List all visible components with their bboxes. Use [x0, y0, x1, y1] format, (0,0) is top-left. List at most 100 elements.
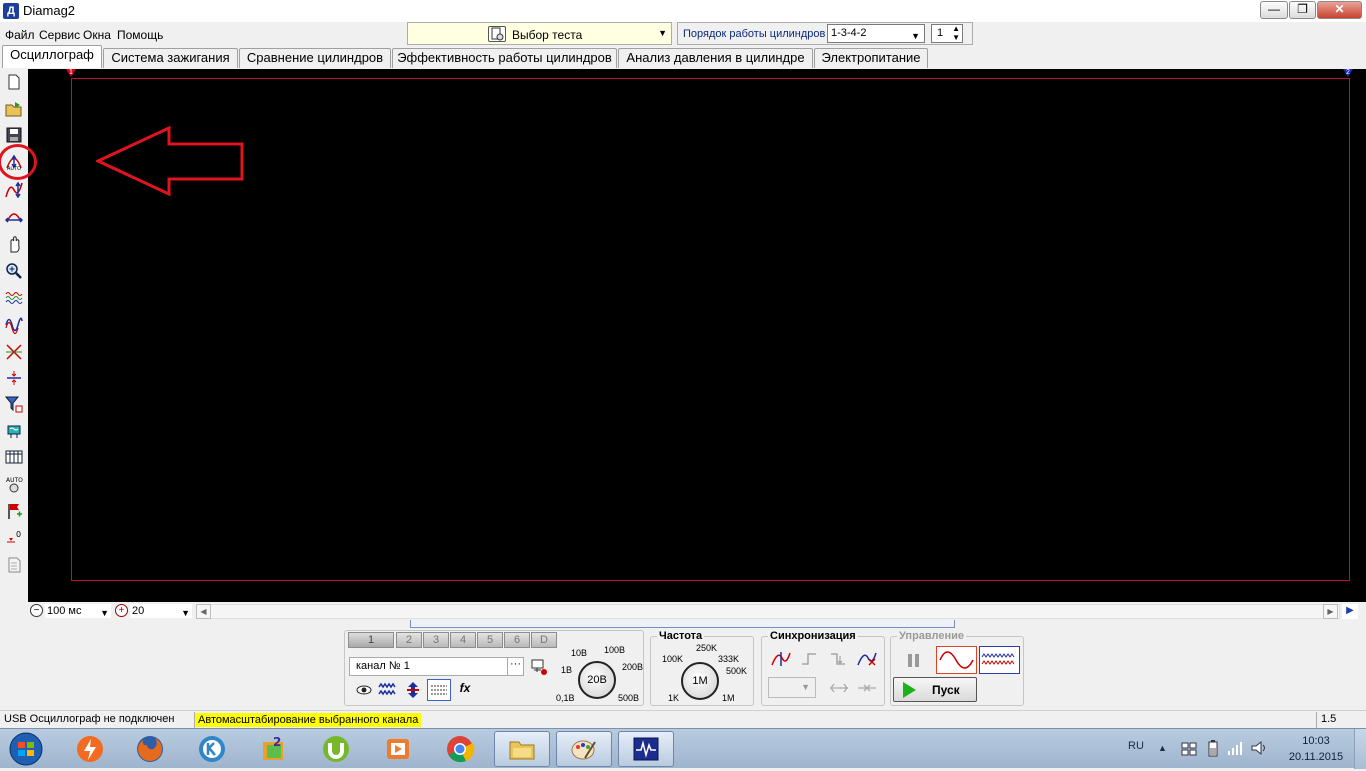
volume-icon[interactable] — [1250, 739, 1268, 757]
continuous-mode-icon[interactable] — [979, 646, 1020, 674]
sync-fall-icon[interactable] — [826, 648, 852, 670]
start-menu-button[interactable] — [4, 730, 48, 768]
volt-tick-1v: 1В — [561, 665, 573, 675]
tab-ignition[interactable]: Система зажигания — [103, 48, 238, 68]
auto-settings-icon[interactable]: AUTO — [4, 474, 24, 494]
scroll-right-icon[interactable]: ▶ — [1323, 604, 1338, 619]
sync-auto-icon[interactable] — [768, 648, 794, 670]
tab-oscilloscope[interactable]: Осциллограф — [2, 45, 102, 68]
noise-wave-icon[interactable] — [378, 681, 398, 699]
waveforms-icon[interactable] — [4, 288, 24, 308]
sine-compare-icon[interactable] — [4, 315, 24, 335]
cylinder-stepper[interactable]: 1 ▲ ▼ — [931, 24, 963, 43]
new-file-icon[interactable] — [4, 72, 24, 92]
spin-up-icon[interactable]: ▲ — [952, 25, 960, 33]
firefox-icon[interactable] — [122, 731, 178, 767]
scroll-end-icon[interactable]: ▶ — [1342, 604, 1358, 619]
menu-service[interactable]: Сервис — [39, 28, 80, 42]
zoom-icon[interactable] — [4, 261, 24, 281]
channel-button-2[interactable]: 2 — [396, 632, 422, 648]
frequency-knob-value: 1M — [692, 675, 708, 687]
channel-name-select[interactable]: канал № 1 ··· — [349, 657, 524, 676]
close-button[interactable]: ✕ — [1317, 1, 1362, 19]
show-desktop-button[interactable] — [1354, 729, 1366, 769]
channel-settings-icon[interactable] — [529, 657, 549, 677]
single-shot-icon[interactable] — [936, 646, 977, 674]
zoom-in-icon[interactable]: + — [115, 604, 128, 617]
channel-dots-button[interactable]: ··· — [507, 658, 523, 675]
device-icon[interactable] — [4, 421, 24, 441]
file-explorer-icon[interactable] — [494, 731, 550, 767]
lottery-icon[interactable]: 2 — [246, 731, 302, 767]
chrome-icon[interactable] — [432, 731, 488, 767]
gear-document-icon — [488, 26, 506, 42]
sync-rise-icon[interactable] — [797, 648, 823, 670]
sync-source-select[interactable]: ▼ — [768, 677, 816, 698]
channel-button-6[interactable]: 6 — [504, 632, 530, 648]
hand-pan-icon[interactable] — [4, 234, 24, 254]
tab-power[interactable]: Электропитание — [814, 48, 928, 68]
tab-cylinder-efficiency[interactable]: Эффективность работы цилиндров — [392, 48, 617, 68]
time-scale-select[interactable]: 100 мс ▼ — [44, 603, 112, 619]
freq-tick-1k: 1K — [668, 693, 680, 703]
sync-level-adjust-icon[interactable] — [826, 677, 852, 699]
horizontal-scrollbar[interactable] — [196, 604, 1340, 619]
tray-expand-icon[interactable]: ▲ — [1158, 743, 1168, 753]
sync-external-icon[interactable] — [854, 648, 880, 670]
chevron-down-icon: ▼ — [911, 31, 920, 41]
channel-button-3[interactable]: 3 — [423, 632, 449, 648]
panel-splitter[interactable] — [410, 620, 955, 628]
menu-file[interactable]: Файл — [5, 28, 35, 42]
clock-time[interactable]: 10:03 — [1296, 735, 1336, 747]
time-zoom-out-icon[interactable]: − — [30, 604, 43, 617]
cross-measure-icon[interactable] — [4, 342, 24, 362]
start-button[interactable]: Пуск — [893, 677, 977, 702]
status-hint: Автомасштабирование выбранного канала — [195, 713, 422, 727]
zoom-select[interactable]: 20 ▼ — [129, 603, 193, 619]
freq-tick-333k: 333K — [718, 654, 740, 664]
flash-app-icon[interactable] — [62, 731, 118, 767]
eye-icon[interactable] — [354, 681, 374, 699]
utorrent-icon[interactable] — [308, 731, 364, 767]
scale-signal-icon[interactable] — [4, 180, 24, 200]
open-folder-icon[interactable] — [4, 99, 24, 119]
filter-icon[interactable] — [4, 394, 24, 414]
fx-icon[interactable]: fx — [455, 681, 475, 699]
minimize-button[interactable]: — — [1260, 1, 1288, 19]
svg-text:2: 2 — [273, 735, 281, 749]
vertical-shift-icon[interactable] — [403, 681, 423, 699]
channel-button-1[interactable]: 1 — [348, 632, 394, 648]
firing-order-select[interactable]: 1-3-4-2 ▼ — [827, 24, 925, 43]
test-select-label: Выбор теста — [512, 28, 583, 42]
restore-button[interactable]: ❐ — [1289, 1, 1316, 19]
dashed-lines-icon[interactable] — [427, 679, 451, 701]
sync-level-icon[interactable] — [4, 207, 24, 227]
test-select-dropdown[interactable]: Выбор теста ▼ — [407, 22, 672, 45]
channel-button-5[interactable]: 5 — [477, 632, 503, 648]
tab-pressure-analysis[interactable]: Анализ давления в цилиндре — [618, 48, 813, 68]
channel-button-4[interactable]: 4 — [450, 632, 476, 648]
diamag-icon[interactable] — [618, 731, 674, 767]
k-app-icon[interactable] — [184, 731, 240, 767]
channel-button-d[interactable]: D — [531, 632, 557, 648]
menu-help[interactable]: Помощь — [117, 28, 163, 42]
media-player-icon[interactable] — [370, 731, 426, 767]
notes-icon[interactable] — [4, 555, 24, 575]
pause-icon[interactable] — [896, 646, 934, 674]
action-center-icon[interactable] — [1180, 739, 1198, 757]
clock-date[interactable]: 20.11.2015 — [1286, 751, 1346, 763]
sync-offset-icon[interactable] — [854, 677, 880, 699]
spin-down-icon[interactable]: ▼ — [952, 34, 960, 42]
level-line-icon[interactable] — [4, 368, 24, 388]
flag-marker-icon[interactable] — [4, 501, 24, 521]
network-signal-icon[interactable] — [1226, 739, 1244, 757]
battery-icon[interactable] — [1204, 739, 1222, 757]
menu-windows[interactable]: Окна — [83, 28, 111, 42]
tab-cylinder-compare[interactable]: Сравнение цилиндров — [239, 48, 391, 68]
scroll-left-icon[interactable]: ◀ — [196, 604, 211, 619]
language-indicator[interactable]: RU — [1128, 740, 1144, 752]
zero-offset-icon[interactable]: 0 — [4, 528, 24, 548]
paint-icon[interactable] — [556, 731, 612, 767]
save-icon[interactable] — [4, 125, 24, 145]
grid-table-icon[interactable] — [4, 447, 24, 467]
